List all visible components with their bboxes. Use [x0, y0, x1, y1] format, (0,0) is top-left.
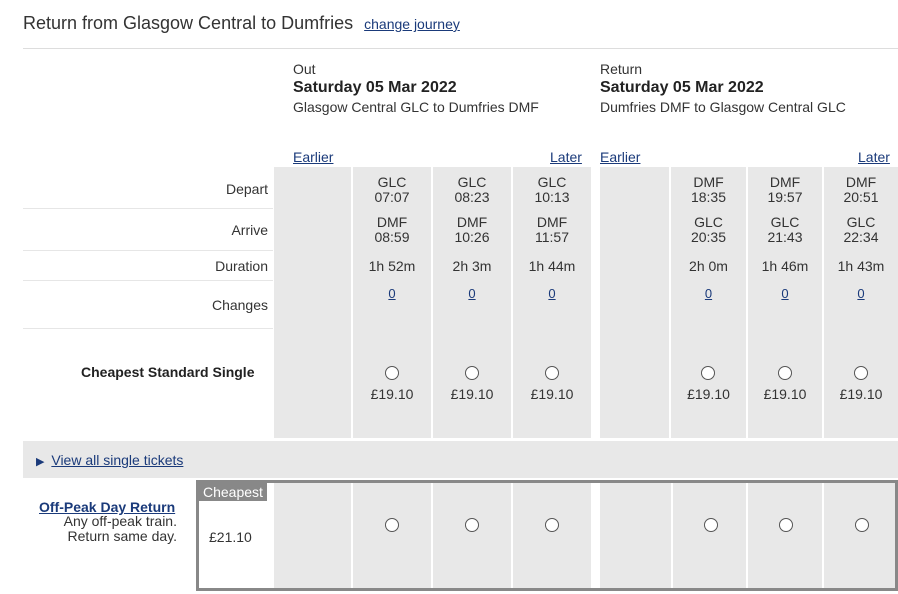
out-train-2-duration: 2h 3m — [452, 258, 492, 274]
out-train-2-price: £19.10 — [450, 386, 494, 402]
return-train-3-changes-link[interactable]: 0 — [857, 286, 864, 301]
out-train-3-arrive: DMF 11:57 — [535, 214, 569, 245]
out-train-3-single-radio[interactable] — [545, 366, 559, 380]
row-divider — [23, 208, 273, 209]
return-train-2-price: £19.10 — [763, 386, 807, 402]
return-train-2-changes-link[interactable]: 0 — [781, 286, 788, 301]
offpeak-out-col-3 — [513, 483, 591, 588]
return-train-1-depart: DMF 18:35 — [690, 174, 727, 205]
out-train-2-single-radio[interactable] — [465, 366, 479, 380]
out-later-link[interactable]: Later — [550, 149, 582, 165]
offpeak-out-col-2 — [433, 483, 511, 588]
return-train-2-depart: DMF 19:57 — [767, 174, 803, 205]
out-train-1-single-radio[interactable] — [385, 366, 399, 380]
out-train-1-depart: GLC 07:07 — [374, 174, 410, 205]
return-later-link[interactable]: Later — [858, 149, 890, 165]
duration-row-label: Duration — [215, 258, 268, 274]
divider — [23, 48, 898, 49]
change-journey-link[interactable]: change journey — [364, 16, 460, 32]
return-train-3-arrive: GLC 22:34 — [843, 214, 879, 245]
out-label: Out — [293, 61, 316, 77]
offpeak-return-train-1-radio[interactable] — [704, 518, 718, 532]
return-train-1-price: £19.10 — [687, 386, 730, 402]
offpeak-out-train-1-radio[interactable] — [385, 518, 399, 532]
offpeak-return-train-3-radio[interactable] — [855, 518, 869, 532]
expand-triangle-icon[interactable]: ▶ — [36, 456, 44, 468]
return-train-3-depart: DMF 20:51 — [843, 174, 879, 205]
return-earlier-link[interactable]: Earlier — [600, 149, 640, 165]
offpeak-out-train-2-radio[interactable] — [465, 518, 479, 532]
offpeak-return-spacer — [600, 483, 671, 588]
return-train-1-changes-link[interactable]: 0 — [705, 286, 712, 301]
view-all-single-tickets-link[interactable]: View all single tickets — [51, 452, 183, 468]
off-peak-price: £21.10 — [209, 529, 252, 545]
return-route: Dumfries DMF to Glasgow Central GLC — [600, 99, 846, 115]
out-spacer-column — [274, 167, 351, 438]
arrive-row-label: Arrive — [231, 222, 268, 238]
single-fare-label: Cheapest Standard Single — [81, 364, 255, 380]
return-train-2-duration: 1h 46m — [761, 258, 809, 274]
return-label: Return — [600, 61, 643, 77]
return-train-1-arrive: GLC 20:35 — [690, 214, 727, 245]
cheapest-badge: Cheapest — [199, 483, 267, 501]
out-earlier-link[interactable]: Earlier — [293, 149, 333, 165]
out-train-1-changes-link[interactable]: 0 — [388, 286, 395, 301]
out-train-3-price: £19.10 — [530, 386, 574, 402]
out-train-2-depart: GLC 08:23 — [454, 174, 490, 205]
offpeak-out-spacer — [274, 483, 351, 588]
return-train-3-single-radio[interactable] — [854, 366, 868, 380]
return-train-1-duration: 2h 0m — [689, 258, 728, 274]
out-train-3-changes-link[interactable]: 0 — [548, 286, 555, 301]
return-spacer-column — [600, 167, 669, 438]
out-train-3-depart: GLC 10:13 — [534, 174, 570, 205]
offpeak-return-col-3 — [824, 483, 895, 588]
offpeak-return-col-2 — [748, 483, 822, 588]
out-train-2-arrive: DMF 10:26 — [454, 214, 490, 245]
out-train-1-duration: 1h 52m — [368, 258, 416, 274]
offpeak-out-col-1 — [353, 483, 431, 588]
off-peak-description: Any off-peak train. Return same day. — [63, 513, 177, 544]
out-train-2-changes-link[interactable]: 0 — [468, 286, 475, 301]
out-train-1-arrive: DMF 08:59 — [374, 214, 410, 245]
journey-title: Return from Glasgow Central to Dumfries — [23, 13, 354, 33]
row-divider — [23, 328, 273, 329]
return-train-3-price: £19.10 — [839, 386, 883, 402]
out-train-3-duration: 1h 44m — [528, 258, 576, 274]
row-divider — [23, 250, 273, 251]
depart-row-label: Depart — [225, 181, 268, 197]
return-train-1-single-radio[interactable] — [701, 366, 715, 380]
return-train-2-arrive: GLC 21:43 — [767, 214, 803, 245]
row-divider — [23, 280, 273, 281]
offpeak-return-train-2-radio[interactable] — [779, 518, 793, 532]
changes-row-label: Changes — [211, 297, 268, 313]
page-title: Return from Glasgow Central to Dumfries … — [23, 13, 460, 34]
return-train-2-single-radio[interactable] — [778, 366, 792, 380]
out-route: Glasgow Central GLC to Dumfries DMF — [293, 99, 539, 115]
offpeak-out-train-3-radio[interactable] — [545, 518, 559, 532]
return-date: Saturday 05 Mar 2022 — [600, 79, 764, 96]
out-train-1-price: £19.10 — [370, 386, 414, 402]
out-date: Saturday 05 Mar 2022 — [293, 79, 457, 96]
return-train-3-duration: 1h 43m — [837, 258, 885, 274]
offpeak-return-col-1 — [673, 483, 746, 588]
